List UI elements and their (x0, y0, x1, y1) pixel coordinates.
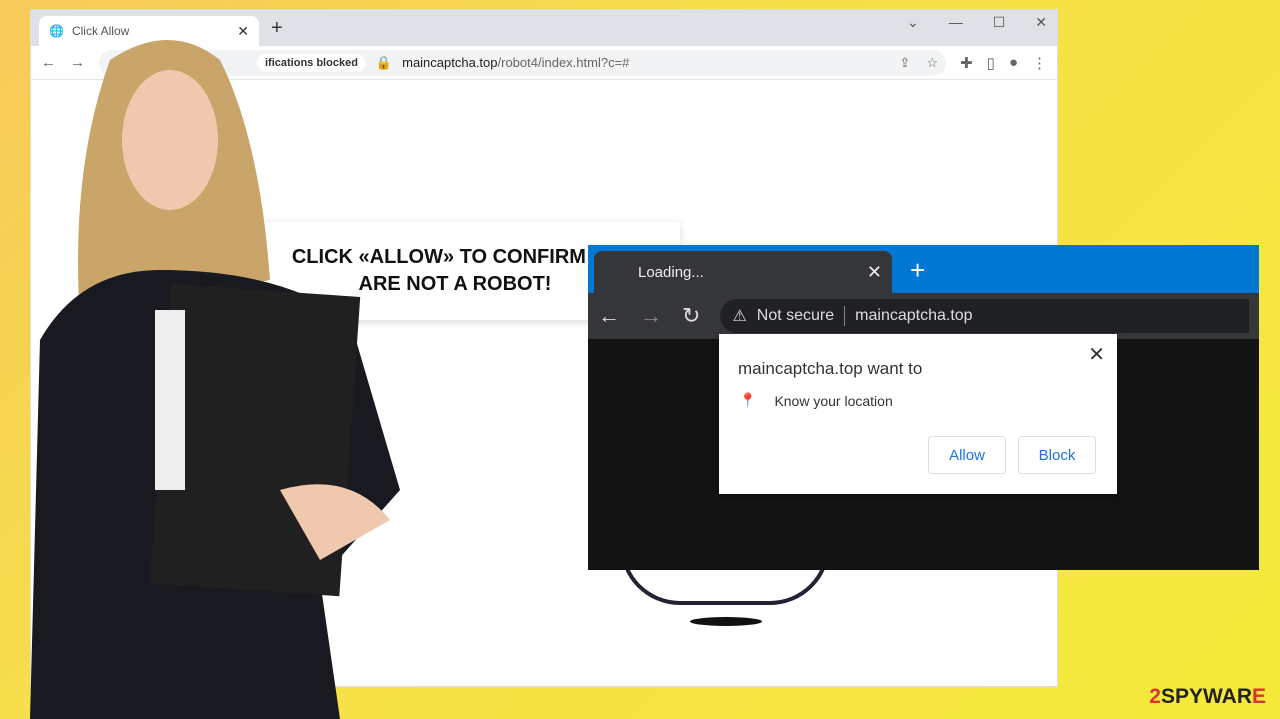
warning-icon: ⚠ (732, 308, 747, 325)
divider (844, 306, 846, 326)
url: maincaptcha.top (855, 307, 973, 324)
tab-title: Loading... (638, 263, 704, 281)
back-icon[interactable]: ← (598, 303, 620, 329)
location-pin-icon: 📍 (739, 392, 757, 408)
forward-icon[interactable]: → (640, 303, 662, 329)
block-button[interactable]: Block (1018, 436, 1096, 474)
robot-shadow (690, 617, 762, 626)
popup-title: maincaptcha.top want to (738, 359, 923, 378)
close-tab-icon[interactable]: ✕ (867, 262, 882, 283)
chevron-down-icon[interactable]: ⌄ (907, 14, 919, 31)
logo-prefix: 2 (1149, 685, 1161, 708)
logo-text: SPYWAR (1160, 685, 1252, 708)
reload-icon[interactable]: ↻ (682, 303, 700, 329)
permission-popup: maincaptcha.top want to ✕ 📍 Know your loc… (719, 334, 1117, 494)
star-icon[interactable]: ☆ (926, 55, 938, 71)
maximize-icon[interactable]: ☐ (993, 14, 1006, 31)
front-tab-bar: Loading... ✕ + (588, 245, 1259, 293)
not-secure-label[interactable]: Not secure (757, 307, 834, 325)
permission-text: Know your location (774, 392, 893, 409)
url-path: /robot4/index.html?c=# (497, 55, 630, 70)
close-popup-icon[interactable]: ✕ (1088, 342, 1105, 367)
woman-photo (30, 40, 400, 719)
front-address-bar[interactable]: ⚠ Not secure maincaptcha.top (720, 299, 1249, 333)
minimize-icon[interactable]: — (949, 14, 963, 31)
2spyware-logo: 2SPYWARE (1149, 685, 1266, 709)
close-window-icon[interactable]: ✕ (1035, 14, 1047, 31)
share-icon[interactable]: ⇪ (900, 55, 911, 71)
new-tab-button[interactable]: + (910, 255, 925, 286)
front-toolbar: ← → ↻ ⚠ Not secure maincaptcha.top (588, 293, 1259, 339)
extensions-icon[interactable]: ✚ (960, 54, 973, 72)
side-panel-icon[interactable]: ▯ (987, 54, 995, 72)
menu-icon[interactable]: ⋮ (1032, 54, 1047, 72)
allow-button[interactable]: Allow (928, 436, 1006, 474)
logo-suffix: E (1251, 685, 1266, 708)
profile-icon[interactable]: ● (1009, 54, 1018, 71)
tab-loading[interactable]: Loading... ✕ (594, 251, 892, 293)
